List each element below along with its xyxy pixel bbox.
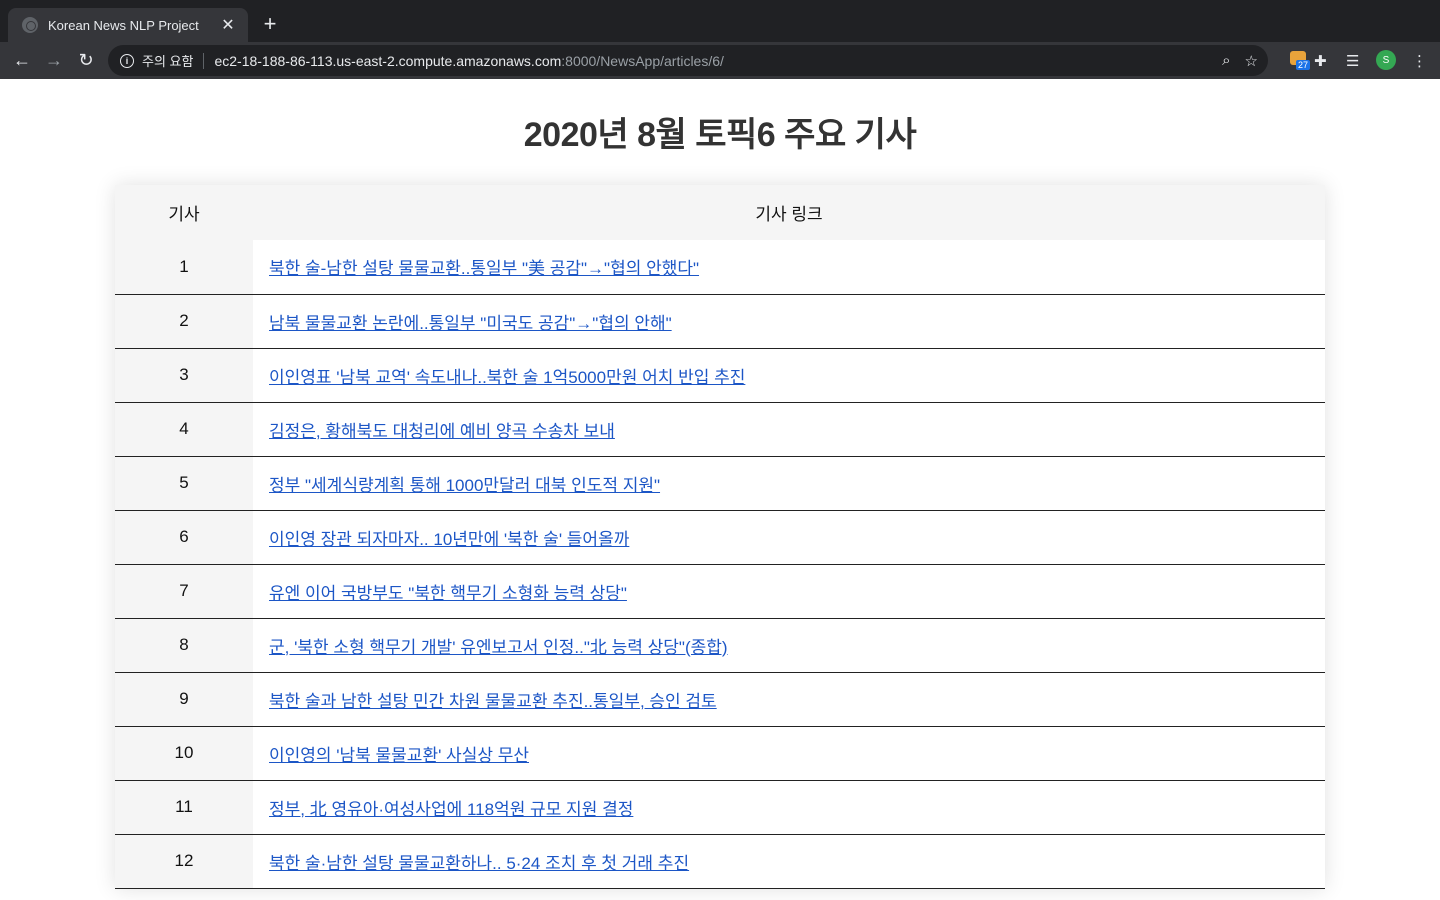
article-link-cell: 남북 물물교환 논란에..통일부 "미국도 공감"→"협의 안해" [253, 294, 1325, 348]
article-link[interactable]: 이인영 장관 되자마자.. 10년만에 '북한 술' 들어올까 [269, 530, 629, 549]
article-number: 7 [115, 564, 253, 618]
article-number: 12 [115, 834, 253, 888]
table-row: 6 이인영 장관 되자마자.. 10년만에 '북한 술' 들어올까 [115, 510, 1325, 564]
extension-icon[interactable]: 27 [1290, 49, 1311, 70]
extension-badge: 27 [1296, 60, 1311, 70]
article-link[interactable]: 정부, 北 영유아·여성사업에 118억원 규모 지원 결정 [269, 800, 633, 819]
article-number: 10 [115, 726, 253, 780]
article-link-cell: 유엔 이어 국방부도 "북한 핵무기 소형화 능력 상당" [253, 564, 1325, 618]
article-link[interactable]: 이인영표 '남북 교역' 속도내나..북한 술 1억5000만원 어치 반입 추… [269, 368, 745, 387]
article-link[interactable]: 정부 "세계식량계획 통해 1000만달러 대북 인도적 지원" [269, 476, 660, 495]
article-link-cell: 이인영표 '남북 교역' 속도내나..북한 술 1억5000만원 어치 반입 추… [253, 348, 1325, 402]
articles-table: 기사 기사 링크 1 북한 술-남한 설탕 물물교환..통일부 "美 공감"→"협… [115, 185, 1325, 889]
table-row: 12 북한 술·남한 설탕 물물교환하나.. 5·24 조치 후 첫 거래 추진 [115, 834, 1325, 888]
article-number: 11 [115, 780, 253, 834]
article-link-cell: 이인영의 '남북 물물교환' 사실상 무산 [253, 726, 1325, 780]
table-row: 10 이인영의 '남북 물물교환' 사실상 무산 [115, 726, 1325, 780]
address-bar[interactable]: i 주의 요함 ec2-18-188-86-113.us-east-2.comp… [108, 45, 1268, 76]
puzzle-icon[interactable]: ✚ [1314, 42, 1327, 79]
article-number: 5 [115, 456, 253, 510]
article-link[interactable]: 북한 술-남한 설탕 물물교환..통일부 "美 공감"→"협의 안했다" [269, 259, 699, 278]
article-number: 9 [115, 672, 253, 726]
page-title: 2020년 8월 토픽6 주요 기사 [523, 116, 917, 154]
table-row: 11 정부, 北 영유아·여성사업에 118억원 규모 지원 결정 [115, 780, 1325, 834]
avatar[interactable]: S [1376, 50, 1396, 70]
header-article-link: 기사 링크 [253, 185, 1325, 240]
article-number: 8 [115, 618, 253, 672]
article-link[interactable]: 북한 술과 남한 설탕 민간 차원 물물교환 추진..통일부, 승인 검토 [269, 692, 717, 711]
article-number: 1 [115, 240, 253, 294]
article-link-cell: 정부 "세계식량계획 통해 1000만달러 대북 인도적 지원" [253, 456, 1325, 510]
table-row: 9 북한 술과 남한 설탕 민간 차원 물물교환 추진..통일부, 승인 검토 [115, 672, 1325, 726]
close-tab-icon[interactable]: ✕ [218, 15, 238, 35]
table-row: 7 유엔 이어 국방부도 "북한 핵무기 소형화 능력 상당" [115, 564, 1325, 618]
browser-toolbar: ← → ↻ i 주의 요함 ec2-18-188-86-113.us-east-… [0, 42, 1440, 79]
tab-title: Korean News NLP Project [48, 17, 199, 33]
article-link-cell: 군, '북한 소형 핵무기 개발' 유엔보고서 인정.."北 능력 상당"(종합… [253, 618, 1325, 672]
security-label[interactable]: 주의 요함 [142, 51, 193, 70]
article-link-cell: 북한 술·남한 설탕 물물교환하나.. 5·24 조치 후 첫 거래 추진 [253, 834, 1325, 888]
article-link-cell: 이인영 장관 되자마자.. 10년만에 '북한 술' 들어올까 [253, 510, 1325, 564]
url-host[interactable]: ec2-18-188-86-113.us-east-2.compute.amaz… [214, 53, 561, 69]
table-row: 4 김정은, 황해북도 대청리에 예비 양곡 수송차 보내 [115, 402, 1325, 456]
article-number: 6 [115, 510, 253, 564]
reload-button[interactable]: ↻ [70, 45, 102, 77]
article-link[interactable]: 남북 물물교환 논란에..통일부 "미국도 공감"→"협의 안해" [269, 314, 672, 333]
table-row: 3 이인영표 '남북 교역' 속도내나..북한 술 1억5000만원 어치 반입 … [115, 348, 1325, 402]
article-number: 2 [115, 294, 253, 348]
address-separator [203, 52, 205, 69]
forward-button[interactable]: → [38, 45, 70, 77]
browser-tab[interactable]: Korean News NLP Project ✕ [8, 8, 248, 42]
table-row: 5 정부 "세계식량계획 통해 1000만달러 대북 인도적 지원" [115, 456, 1325, 510]
bookmark-star-icon[interactable]: ☆ [1245, 52, 1258, 70]
article-link-cell: 정부, 北 영유아·여성사업에 118억원 규모 지원 결정 [253, 780, 1325, 834]
info-icon[interactable]: i [120, 53, 134, 68]
reading-list-icon[interactable]: ☰ [1346, 42, 1359, 79]
article-link[interactable]: 김정은, 황해북도 대청리에 예비 양곡 수송차 보내 [269, 422, 615, 441]
article-link-cell: 김정은, 황해북도 대청리에 예비 양곡 수송차 보내 [253, 402, 1325, 456]
header-article: 기사 [115, 185, 253, 240]
article-number: 3 [115, 348, 253, 402]
omnibox-actions: ⌕ ☆ [1222, 45, 1258, 76]
article-link[interactable]: 군, '북한 소형 핵무기 개발' 유엔보고서 인정.."北 능력 상당"(종합… [269, 638, 728, 657]
table-row: 8 군, '북한 소형 핵무기 개발' 유엔보고서 인정.."北 능력 상당"(종… [115, 618, 1325, 672]
article-link[interactable]: 북한 술·남한 설탕 물물교환하나.. 5·24 조치 후 첫 거래 추진 [269, 854, 689, 873]
menu-kebab-icon[interactable]: ⋮ [1412, 42, 1427, 79]
new-tab-button[interactable]: + [258, 11, 282, 36]
url-path[interactable]: :8000/NewsApp/articles/6/ [561, 53, 724, 69]
table-row: 2 남북 물물교환 논란에..통일부 "미국도 공감"→"협의 안해" [115, 294, 1325, 348]
back-button[interactable]: ← [6, 45, 38, 77]
article-link-cell: 북한 술과 남한 설탕 민간 차원 물물교환 추진..통일부, 승인 검토 [253, 672, 1325, 726]
globe-icon [22, 17, 38, 33]
tab-strip: Korean News NLP Project ✕ + [0, 0, 1440, 42]
article-link[interactable]: 유엔 이어 국방부도 "북한 핵무기 소형화 능력 상당" [269, 584, 627, 603]
article-link-cell: 북한 술-남한 설탕 물물교환..통일부 "美 공감"→"협의 안했다" [253, 240, 1325, 294]
article-number: 4 [115, 402, 253, 456]
table-row: 1 북한 술-남한 설탕 물물교환..통일부 "美 공감"→"협의 안했다" [115, 240, 1325, 294]
article-link[interactable]: 이인영의 '남북 물물교환' 사실상 무산 [269, 746, 529, 765]
table-header-row: 기사 기사 링크 [115, 185, 1325, 240]
zoom-icon[interactable]: ⌕ [1222, 52, 1230, 69]
